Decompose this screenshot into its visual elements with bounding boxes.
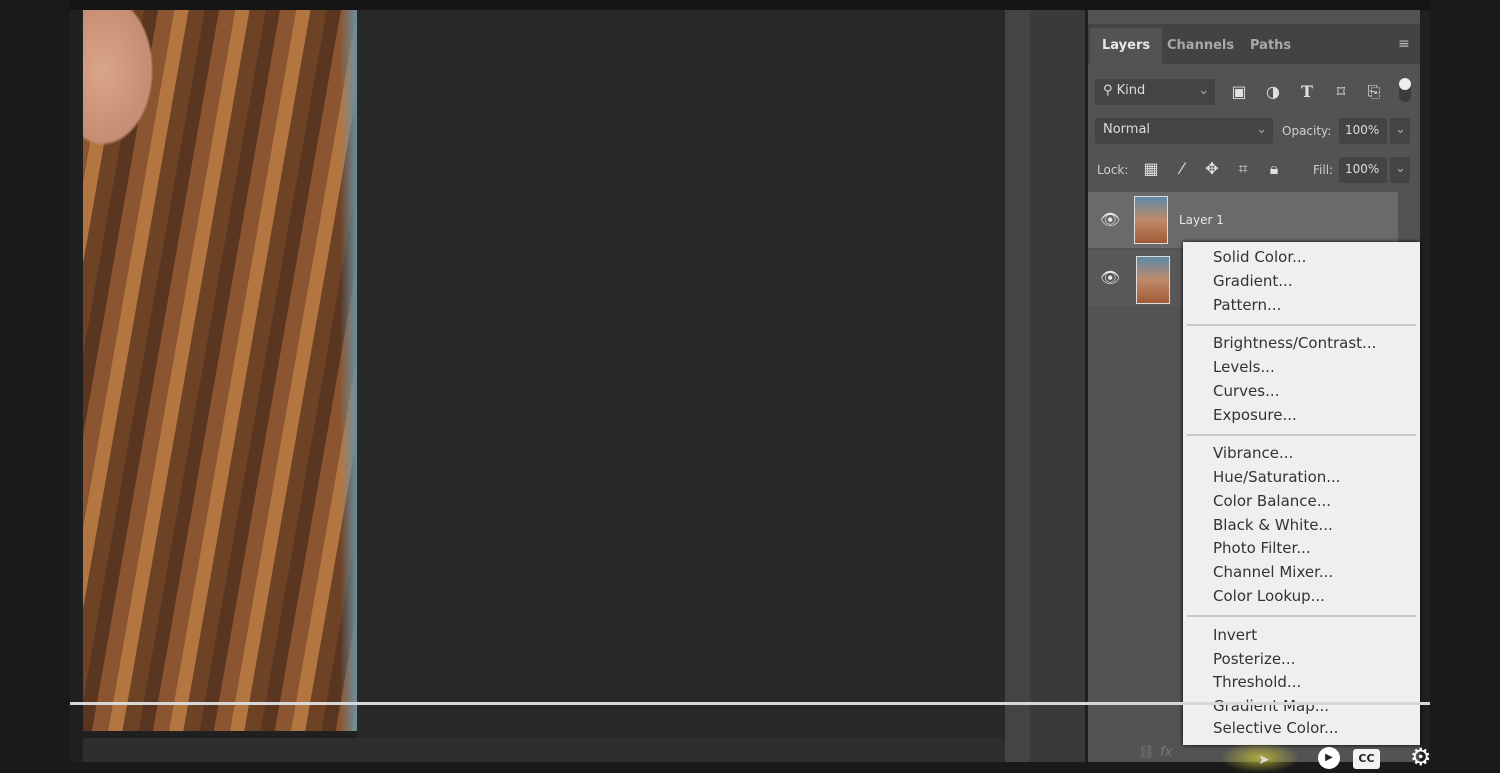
captions-button[interactable]: CC — [1353, 749, 1380, 769]
pixel-layer-filter-icon[interactable]: ▣ — [1229, 82, 1249, 101]
lock-artboard-icon[interactable]: ⌗ — [1233, 159, 1253, 179]
menu-item-posterize[interactable]: Posterize... — [1213, 650, 1295, 668]
menu-item-color-balance[interactable]: Color Balance... — [1213, 492, 1331, 510]
menu-separator — [1187, 324, 1416, 326]
menu-item-pattern[interactable]: Pattern... — [1213, 296, 1281, 314]
layer-name: Layer 1 — [1179, 213, 1224, 227]
menu-item-color-lookup[interactable]: Color Lookup... — [1213, 587, 1325, 605]
layer-thumbnail — [1136, 256, 1170, 304]
layer-style-fx-icon[interactable]: fx — [1160, 745, 1172, 760]
video-progress-bar[interactable] — [70, 702, 1430, 705]
filter-kind-value: Kind — [1116, 83, 1146, 98]
smart-object-filter-icon[interactable]: ⎘ — [1364, 82, 1384, 102]
menu-item-exposure[interactable]: Exposure... — [1213, 406, 1297, 424]
menu-separator — [1187, 434, 1416, 436]
adjustment-layer-menu: Solid Color... Gradient... Pattern... Br… — [1183, 242, 1420, 745]
blend-mode-value: Normal — [1103, 122, 1151, 137]
opacity-dropdown-icon[interactable]: ⌄ — [1390, 118, 1410, 144]
fill-dropdown-icon[interactable]: ⌄ — [1390, 157, 1410, 183]
type-layer-filter-icon[interactable]: T — [1297, 82, 1317, 101]
filter-toggle[interactable] — [1399, 78, 1411, 102]
menu-item-gradient-map[interactable]: Gradient Map... — [1213, 697, 1329, 715]
menu-item-levels[interactable]: Levels... — [1213, 358, 1275, 376]
menu-item-gradient[interactable]: Gradient... — [1213, 272, 1293, 290]
mouse-cursor-icon: ➤ — [1258, 752, 1270, 768]
status-bar — [83, 738, 1005, 762]
visibility-eye-icon[interactable]: 👁︎ — [1100, 210, 1120, 229]
menu-item-brightness-contrast[interactable]: Brightness/Contrast... — [1213, 334, 1376, 352]
tab-paths[interactable]: Paths — [1238, 28, 1303, 64]
search-icon: ⚲ — [1103, 83, 1117, 98]
menu-item-vibrance[interactable]: Vibrance... — [1213, 444, 1293, 462]
menu-item-photo-filter[interactable]: Photo Filter... — [1213, 539, 1311, 557]
opacity-input[interactable]: 100% — [1339, 118, 1387, 144]
lock-position-move-icon[interactable]: ✥ — [1202, 159, 1222, 178]
layer-thumbnail — [1134, 196, 1168, 244]
menu-item-invert[interactable]: Invert — [1213, 626, 1257, 644]
menu-item-selective-color[interactable]: Selective Color... — [1213, 719, 1338, 737]
fill-input[interactable]: 100% — [1339, 157, 1387, 183]
panel-menu-icon[interactable]: ≡ — [1398, 36, 1410, 52]
fill-label: Fill: — [1313, 163, 1334, 177]
document-canvas[interactable] — [357, 10, 1005, 738]
menu-item-channel-mixer[interactable]: Channel Mixer... — [1213, 563, 1333, 581]
adjustment-layer-filter-icon[interactable]: ◑ — [1263, 82, 1283, 101]
chevron-down-icon: ⌄ — [1256, 122, 1267, 137]
tab-layers[interactable]: Layers — [1090, 28, 1163, 64]
lock-label: Lock: — [1097, 163, 1129, 177]
shape-layer-filter-icon[interactable]: ⌑ — [1331, 82, 1351, 101]
lock-transparent-pixels-icon[interactable]: ▦ — [1141, 159, 1161, 178]
top-bar — [70, 0, 1430, 10]
panel-gutter — [1005, 10, 1085, 762]
menu-item-curves[interactable]: Curves... — [1213, 382, 1279, 400]
photo-edge — [340, 10, 357, 731]
menu-item-threshold[interactable]: Threshold... — [1213, 673, 1301, 691]
filter-kind-select[interactable]: ⚲ Kind ⌄ — [1095, 79, 1215, 105]
canvas-photo-hair — [83, 10, 357, 731]
tab-channels[interactable]: Channels — [1155, 28, 1246, 64]
menu-item-hue-saturation[interactable]: Hue/Saturation... — [1213, 468, 1341, 486]
blend-mode-select[interactable]: Normal ⌄ — [1095, 118, 1273, 144]
menu-item-solid-color[interactable]: Solid Color... — [1213, 248, 1306, 266]
link-layers-icon[interactable]: ⛓︎ — [1138, 745, 1155, 760]
visibility-eye-icon[interactable]: 👁︎ — [1100, 268, 1120, 287]
chevron-down-icon: ⌄ — [1198, 83, 1209, 98]
opacity-label: Opacity: — [1282, 124, 1332, 138]
layer-row-layer-1[interactable]: 👁︎ Layer 1 — [1088, 192, 1398, 248]
lock-all-icon[interactable]: 🔒︎ — [1264, 159, 1284, 179]
menu-item-black-white[interactable]: Black & White... — [1213, 516, 1333, 534]
menu-separator — [1187, 615, 1416, 617]
lock-image-pixels-brush-icon[interactable]: ⁄ — [1172, 159, 1192, 178]
autoplay-toggle-icon[interactable]: ▶ — [1318, 747, 1340, 769]
settings-gear-icon[interactable]: ⚙ — [1410, 744, 1432, 770]
